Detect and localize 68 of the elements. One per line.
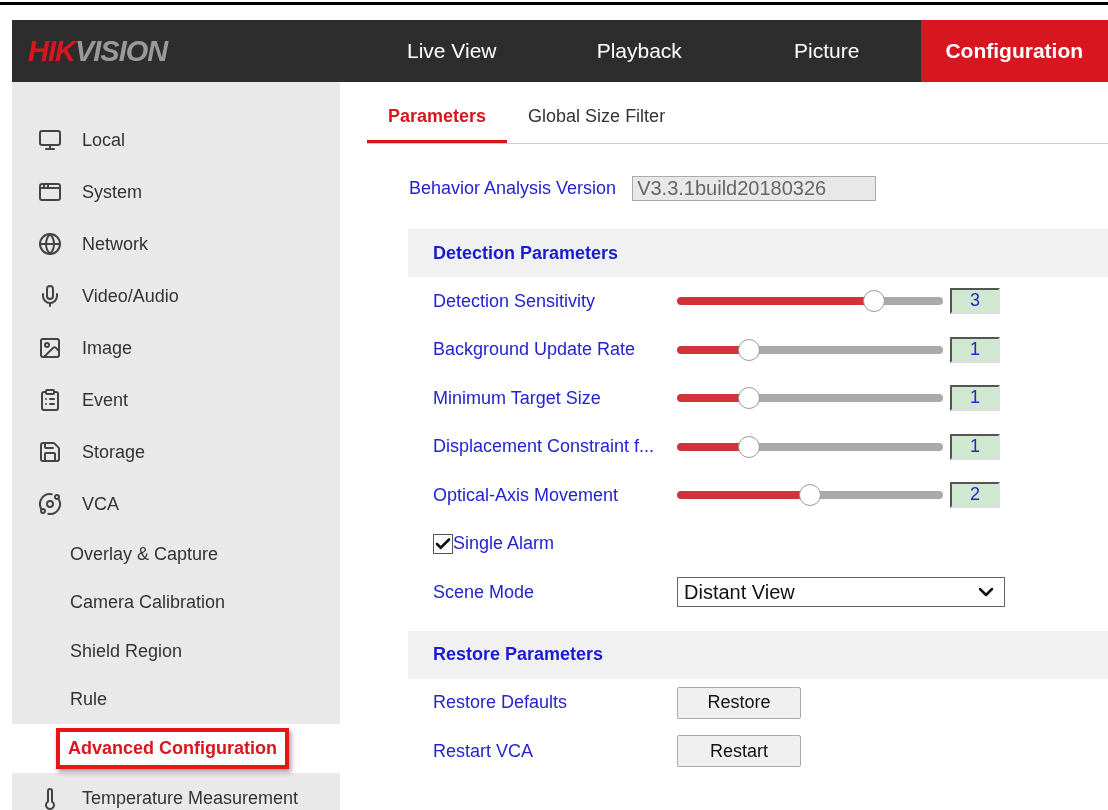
value-field[interactable]: 2 [950,482,1000,509]
sidebar-label: Video/Audio [82,285,179,307]
sidebar-item[interactable]: Storage [12,426,340,478]
field-label: Scene Mode [433,581,535,603]
slider-thumb[interactable] [862,290,885,313]
scene-mode-dropdown[interactable]: Distant View [677,577,1005,608]
sidebar-item[interactable]: System [12,166,340,218]
tab[interactable]: Parameters [367,100,508,143]
sidebar-label: Temperature Measurement [82,788,299,809]
section-title: Detection Parameters [433,242,619,264]
sidebar-subitem[interactable]: Rule [70,689,108,711]
nav-tab[interactable]: Configuration [920,20,1108,82]
monitor-icon [38,128,62,152]
nav-tab[interactable]: Live View [358,20,546,82]
orbit-icon [38,492,62,516]
window-icon [38,180,62,204]
sidebar-label: Image [82,337,133,359]
slider-track[interactable] [677,345,943,354]
sidebar-item[interactable]: Image [12,322,340,374]
sidebar-label: Network [82,233,148,255]
sidebar-item[interactable]: VCA [12,478,340,530]
field-label: Background Update Rate [433,339,636,361]
clipboard-icon [38,388,62,412]
slider-track[interactable] [677,442,943,451]
field-label: Minimum Target Size [433,387,601,409]
action-button[interactable]: Restore [677,686,801,719]
sidebar-label: Storage [82,441,146,463]
section-title: Restore Parameters [433,644,604,665]
sidebar-item[interactable]: Video/Audio [12,270,340,322]
checkbox[interactable] [433,533,453,554]
action-button[interactable]: Restart [677,735,801,768]
nav-tab[interactable]: Playback [545,20,733,82]
sidebar-subitem[interactable]: Overlay & Capture [70,543,219,565]
value-field[interactable]: 1 [950,336,1000,363]
sidebar-item[interactable]: Temperature Measurement [12,772,340,810]
sidebar-label: VCA [82,493,119,515]
checkbox-label: Single Alarm [453,533,555,555]
slider-thumb[interactable] [799,484,821,507]
image-icon [38,336,62,360]
slider-track[interactable] [677,297,943,306]
field-label: Restart VCA [433,740,534,762]
sidebar-label: Local [82,129,126,151]
sidebar-label: System [82,181,142,203]
slider-thumb[interactable] [737,338,760,361]
sidebar-item[interactable]: Local [12,114,340,166]
value-field[interactable]: 1 [950,433,1000,460]
slider-track[interactable] [677,491,943,500]
field-label: Displacement Constraint f... [433,436,655,458]
logo: HIKVISION [27,34,170,68]
sidebar-item[interactable]: Event [12,374,340,426]
slider-thumb[interactable] [737,435,760,458]
sidebar-item[interactable]: Network [12,218,340,270]
tab[interactable]: Global Size Filter [507,100,687,143]
slider-thumb[interactable] [737,387,760,410]
nav-tab[interactable]: Picture [733,20,921,82]
sidebar-subitem[interactable]: Shield Region [70,640,183,662]
field-label: Optical-Axis Movement [433,484,619,506]
version-field: V3.3.1build20180326 [632,176,877,201]
sidebar-subitem[interactable]: Camera Calibration [70,592,226,614]
sidebar-label: Event [82,389,129,411]
value-field[interactable]: 1 [950,385,1000,412]
slider-track[interactable] [677,394,943,403]
field-label: Restore Defaults [433,692,568,714]
field-label: Behavior Analysis Version [409,178,617,199]
value-field[interactable]: 3 [950,288,1000,315]
sidebar-subitem[interactable]: Advanced Configuration [56,727,289,769]
globe-icon [38,232,62,256]
field-label: Detection Sensitivity [433,290,596,312]
